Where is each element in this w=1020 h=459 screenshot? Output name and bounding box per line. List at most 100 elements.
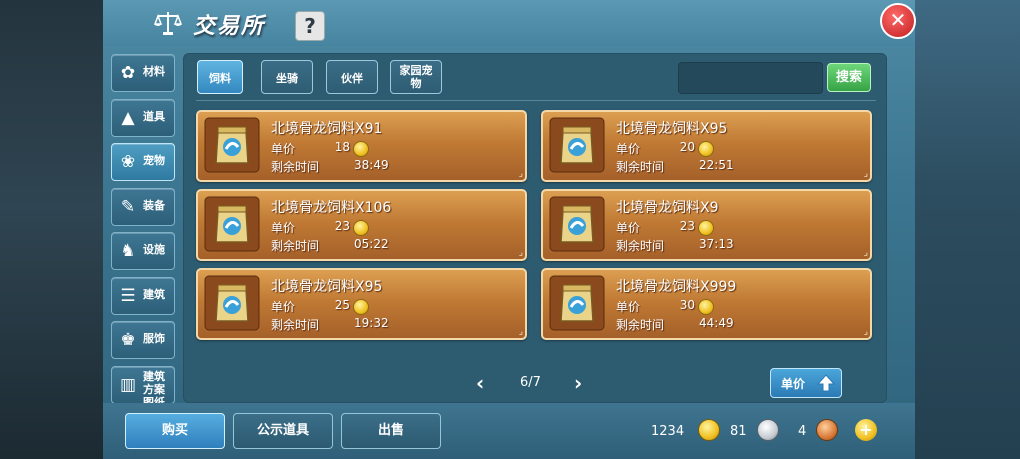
gold-coin-icon xyxy=(353,141,369,157)
feed-bag-icon xyxy=(549,196,605,252)
add-currency-button[interactable]: + xyxy=(855,419,877,441)
title-bar: 交易所 ? ✕ xyxy=(103,0,916,46)
feed-bag-icon xyxy=(204,117,260,173)
item-name: 北境骨龙饲料X95 xyxy=(271,279,383,295)
gold-coin-icon xyxy=(698,419,720,441)
time-label: 剩余时间 xyxy=(271,160,320,174)
item-price: 30 xyxy=(679,298,695,312)
tab-label: 坐骑 xyxy=(276,72,298,85)
sidebar-item-label: 道具 xyxy=(143,110,165,123)
item-time: 37:13 xyxy=(699,237,734,251)
feed-bag-icon xyxy=(204,275,260,331)
building-icon: ☰ xyxy=(120,286,136,306)
tab-partner[interactable]: 伙伴 xyxy=(326,60,378,94)
background-left xyxy=(0,0,103,459)
silver-coin-icon xyxy=(757,419,779,441)
gold-coin-icon xyxy=(698,299,714,315)
arrow-up-icon xyxy=(817,374,835,392)
sidebar-item-facilities[interactable]: ♞ 设施 xyxy=(111,232,175,270)
item-name: 北境骨龙饲料X95 xyxy=(616,121,728,137)
time-label: 剩余时间 xyxy=(616,318,665,332)
blueprint-icon: ▥ xyxy=(119,375,137,395)
tab-home-pet[interactable]: 家园宠物 xyxy=(390,60,442,94)
item-name: 北境骨龙饲料X106 xyxy=(271,200,392,216)
buy-button[interactable]: 购买 xyxy=(125,413,225,449)
gold-amount: 1234 xyxy=(651,424,685,439)
sidebar-item-label: 服饰 xyxy=(143,332,165,345)
bottom-bar: 购买 公示道具 出售 1234 81 4 + xyxy=(103,403,915,459)
corner-ornament-icon: ⌟ xyxy=(863,169,868,179)
sort-by-price-button[interactable]: 单价 xyxy=(770,368,842,398)
feed-bag-icon xyxy=(549,117,605,173)
corner-ornament-icon: ⌟ xyxy=(863,327,868,337)
gold-coin-icon xyxy=(353,299,369,315)
help-button[interactable]: ? xyxy=(295,11,325,41)
listing-card[interactable]: 北境骨龙饲料X95 单价 20 剩余时间 22:51 ⌟ xyxy=(541,110,872,182)
corner-ornament-icon: ⌟ xyxy=(518,327,523,337)
tab-label: 家园宠物 xyxy=(399,64,433,90)
item-price: 23 xyxy=(679,219,695,233)
price-label: 单价 xyxy=(616,142,641,156)
sidebar-item-label: 装备 xyxy=(143,199,165,212)
listing-card[interactable]: 北境骨龙饲料X91 单价 18 剩余时间 38:49 ⌟ xyxy=(196,110,527,182)
sort-label: 单价 xyxy=(781,377,806,391)
gold-coin-icon xyxy=(698,220,714,236)
paw-icon: ❀ xyxy=(120,152,136,172)
copper-coin-icon xyxy=(816,419,838,441)
item-price: 23 xyxy=(334,219,350,233)
listing-card[interactable]: 北境骨龙饲料X999 单价 30 剩余时间 44:49 ⌟ xyxy=(541,268,872,340)
search-input[interactable] xyxy=(678,62,823,94)
silver-amount: 81 xyxy=(730,424,747,439)
sidebar-item-blueprints[interactable]: ▥ 建筑方案图纸 xyxy=(111,366,175,409)
background-right xyxy=(915,0,1020,459)
sidebar-item-props[interactable]: ▲ 道具 xyxy=(111,99,175,137)
item-time: 44:49 xyxy=(699,316,734,330)
corner-ornament-icon: ⌟ xyxy=(518,248,523,258)
sell-button[interactable]: 出售 xyxy=(341,413,441,449)
price-label: 单价 xyxy=(271,221,296,235)
prev-page-button[interactable]: ‹ xyxy=(476,371,484,395)
item-name: 北境骨龙饲料X91 xyxy=(271,121,383,137)
exchange-panel: 交易所 ? ✕ ✿ 材料 ▲ 道具 ❀ 宠物 ✎ 装备 ♞ 设施 ☰ 建筑 ♚ xyxy=(103,0,916,459)
item-price: 18 xyxy=(334,140,350,154)
item-price: 25 xyxy=(334,298,350,312)
search-button[interactable]: 搜索 xyxy=(827,63,871,92)
cotton-icon: ✿ xyxy=(120,63,136,83)
price-label: 单价 xyxy=(616,221,641,235)
page-indicator: 6/7 xyxy=(520,375,541,390)
item-time: 22:51 xyxy=(699,158,734,172)
sidebar-item-materials[interactable]: ✿ 材料 xyxy=(111,54,175,92)
tab-label: 伙伴 xyxy=(341,72,363,85)
item-time: 19:32 xyxy=(354,316,389,330)
horse-icon: ♞ xyxy=(120,241,136,261)
listing-card[interactable]: 北境骨龙饲料X106 单价 23 剩余时间 05:22 ⌟ xyxy=(196,189,527,261)
price-label: 单价 xyxy=(271,300,296,314)
tab-label: 饲料 xyxy=(209,72,231,85)
page-title: 交易所 xyxy=(193,14,266,39)
item-price: 20 xyxy=(679,140,695,154)
item-name: 北境骨龙饲料X9 xyxy=(616,200,719,216)
feed-bag-icon xyxy=(204,196,260,252)
time-label: 剩余时间 xyxy=(271,318,320,332)
clothes-icon: ♚ xyxy=(120,330,136,350)
time-label: 剩余时间 xyxy=(271,239,320,253)
public-items-button[interactable]: 公示道具 xyxy=(233,413,333,449)
scales-icon xyxy=(153,12,183,35)
sidebar-item-buildings[interactable]: ☰ 建筑 xyxy=(111,277,175,315)
copper-amount: 4 xyxy=(798,424,807,439)
sidebar-item-equipment[interactable]: ✎ 装备 xyxy=(111,188,175,226)
corner-ornament-icon: ⌟ xyxy=(518,169,523,179)
corner-ornament-icon: ⌟ xyxy=(863,248,868,258)
potion-icon: ▲ xyxy=(121,108,135,128)
listing-card[interactable]: 北境骨龙饲料X9 单价 23 剩余时间 37:13 ⌟ xyxy=(541,189,872,261)
sidebar-item-label: 设施 xyxy=(143,243,165,256)
tab-feed[interactable]: 饲料 xyxy=(197,60,243,94)
sidebar-item-pets[interactable]: ❀ 宠物 xyxy=(111,143,175,181)
close-button[interactable]: ✕ xyxy=(880,3,916,39)
sidebar-item-clothing[interactable]: ♚ 服饰 xyxy=(111,321,175,359)
tab-mount[interactable]: 坐骑 xyxy=(261,60,313,94)
item-time: 38:49 xyxy=(354,158,389,172)
next-page-button[interactable]: › xyxy=(574,371,582,395)
sidebar-item-label: 材料 xyxy=(143,65,165,78)
listing-card[interactable]: 北境骨龙饲料X95 单价 25 剩余时间 19:32 ⌟ xyxy=(196,268,527,340)
